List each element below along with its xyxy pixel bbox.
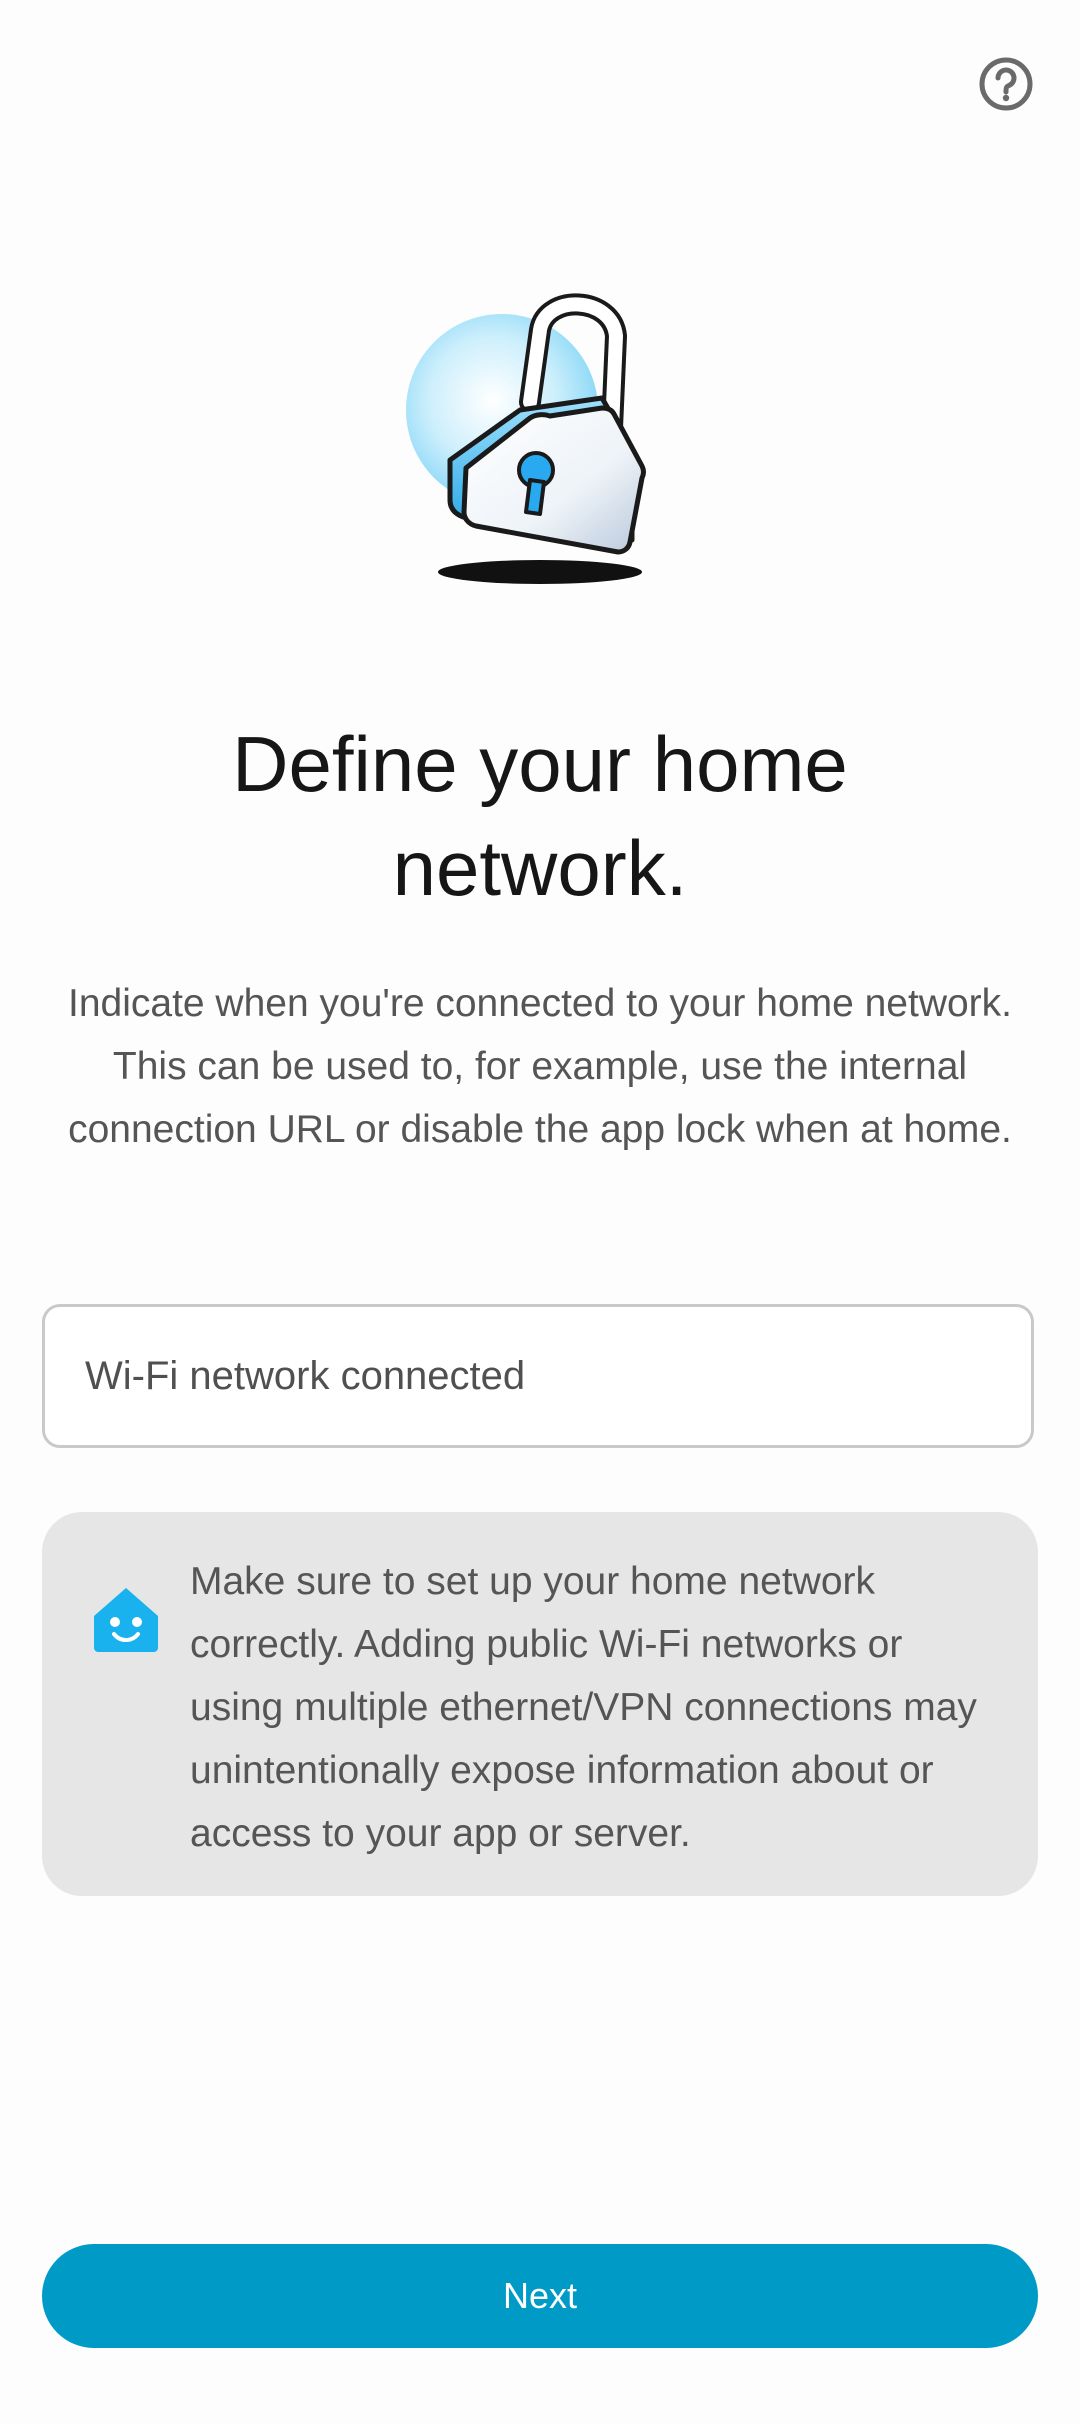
warning-notice-text: Make sure to set up your home network co… xyxy=(190,1560,977,1855)
home-network-field-value: Wi-Fi network connected xyxy=(85,1353,526,1398)
home-network-field[interactable]: Wi-Fi network connected xyxy=(42,1304,1034,1448)
next-button[interactable]: Next xyxy=(42,2244,1038,2348)
padlock-home-illustration xyxy=(406,293,646,584)
hero-illustration xyxy=(0,290,1080,610)
warning-notice: Make sure to set up your home network co… xyxy=(42,1512,1038,1896)
page-title: Define your home network. xyxy=(232,720,848,912)
help-circle-icon xyxy=(979,57,1033,111)
page-description: Indicate when you're connected to your h… xyxy=(68,982,1012,1151)
home-assistant-icon xyxy=(94,1588,158,1652)
help-button[interactable] xyxy=(974,52,1038,116)
